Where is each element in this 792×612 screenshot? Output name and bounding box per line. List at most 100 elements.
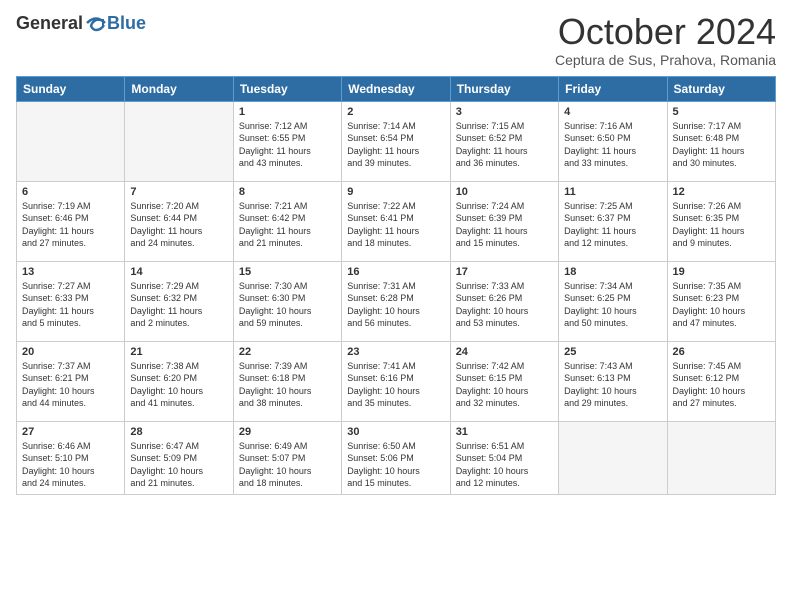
day-number: 16	[347, 266, 444, 278]
table-row: 7 Sunrise: 7:20 AM Sunset: 6:44 PM Daylig…	[125, 181, 233, 261]
day-info: Sunrise: 7:20 AM Sunset: 6:44 PM Dayligh…	[130, 200, 227, 250]
table-row: 31Sunrise: 6:51 AM Sunset: 5:04 PM Dayli…	[450, 421, 558, 494]
header: General Blue October 2024 Ceptura de Sus…	[16, 12, 776, 68]
table-row: 8 Sunrise: 7:21 AM Sunset: 6:42 PM Daylig…	[233, 181, 341, 261]
day-number: 6	[22, 186, 119, 198]
day-info: Sunrise: 7:29 AM Sunset: 6:32 PM Dayligh…	[130, 280, 227, 330]
day-number: 4	[564, 106, 661, 118]
day-number: 25	[564, 346, 661, 358]
calendar-week-4: 20 Sunrise: 7:37 AM Sunset: 6:21 PM Dayli…	[17, 341, 776, 421]
table-row	[559, 421, 667, 494]
calendar-week-1: 1 Sunrise: 7:12 AM Sunset: 6:55 PM Daylig…	[17, 101, 776, 181]
day-info: Sunrise: 7:21 AM Sunset: 6:42 PM Dayligh…	[239, 200, 336, 250]
header-friday: Friday	[559, 76, 667, 101]
table-row	[667, 421, 775, 494]
table-row: 19Sunrise: 7:35 AM Sunset: 6:23 PM Dayli…	[667, 261, 775, 341]
day-info: Sunrise: 7:31 AM Sunset: 6:28 PM Dayligh…	[347, 280, 444, 330]
day-number: 20	[22, 346, 119, 358]
header-sunday: Sunday	[17, 76, 125, 101]
day-info: Sunrise: 7:30 AM Sunset: 6:30 PM Dayligh…	[239, 280, 336, 330]
day-number: 7	[130, 186, 227, 198]
table-row: 30Sunrise: 6:50 AM Sunset: 5:06 PM Dayli…	[342, 421, 450, 494]
table-row: 17Sunrise: 7:33 AM Sunset: 6:26 PM Dayli…	[450, 261, 558, 341]
table-row: 6Sunrise: 7:19 AM Sunset: 6:46 PM Daylig…	[17, 181, 125, 261]
day-number: 9	[347, 186, 444, 198]
table-row: 10 Sunrise: 7:24 AM Sunset: 6:39 PM Dayli…	[450, 181, 558, 261]
day-number: 1	[239, 106, 336, 118]
table-row: 4 Sunrise: 7:16 AM Sunset: 6:50 PM Daylig…	[559, 101, 667, 181]
day-number: 19	[673, 266, 770, 278]
day-number: 18	[564, 266, 661, 278]
header-monday: Monday	[125, 76, 233, 101]
day-info: Sunrise: 6:47 AM Sunset: 5:09 PM Dayligh…	[130, 440, 227, 490]
day-info: Sunrise: 7:15 AM Sunset: 6:52 PM Dayligh…	[456, 120, 553, 170]
table-row: 5 Sunrise: 7:17 AM Sunset: 6:48 PM Daylig…	[667, 101, 775, 181]
table-row: 14 Sunrise: 7:29 AM Sunset: 6:32 PM Dayli…	[125, 261, 233, 341]
table-row: 26 Sunrise: 7:45 AM Sunset: 6:12 PM Dayli…	[667, 341, 775, 421]
weekday-header-row: Sunday Monday Tuesday Wednesday Thursday…	[17, 76, 776, 101]
table-row: 3 Sunrise: 7:15 AM Sunset: 6:52 PM Daylig…	[450, 101, 558, 181]
logo-text: General Blue	[16, 12, 146, 34]
day-info: Sunrise: 7:42 AM Sunset: 6:15 PM Dayligh…	[456, 360, 553, 410]
day-info: Sunrise: 6:46 AM Sunset: 5:10 PM Dayligh…	[22, 440, 119, 490]
calendar-week-5: 27 Sunrise: 6:46 AM Sunset: 5:10 PM Dayli…	[17, 421, 776, 494]
day-info: Sunrise: 7:37 AM Sunset: 6:21 PM Dayligh…	[22, 360, 119, 410]
table-row: 27 Sunrise: 6:46 AM Sunset: 5:10 PM Dayli…	[17, 421, 125, 494]
day-info: Sunrise: 7:27 AM Sunset: 6:33 PM Dayligh…	[22, 280, 119, 330]
day-info: Sunrise: 6:51 AM Sunset: 5:04 PM Dayligh…	[456, 440, 553, 490]
day-number: 29	[239, 426, 336, 438]
table-row: 1 Sunrise: 7:12 AM Sunset: 6:55 PM Daylig…	[233, 101, 341, 181]
table-row: 2Sunrise: 7:14 AM Sunset: 6:54 PM Daylig…	[342, 101, 450, 181]
table-row	[125, 101, 233, 181]
day-number: 13	[22, 266, 119, 278]
day-info: Sunrise: 7:17 AM Sunset: 6:48 PM Dayligh…	[673, 120, 770, 170]
day-number: 5	[673, 106, 770, 118]
day-info: Sunrise: 7:45 AM Sunset: 6:12 PM Dayligh…	[673, 360, 770, 410]
logo-general-text: General	[16, 13, 83, 34]
logo: General Blue	[16, 12, 146, 34]
calendar-week-3: 13 Sunrise: 7:27 AM Sunset: 6:33 PM Dayli…	[17, 261, 776, 341]
day-number: 14	[130, 266, 227, 278]
page-container: General Blue October 2024 Ceptura de Sus…	[0, 0, 792, 503]
header-saturday: Saturday	[667, 76, 775, 101]
day-info: Sunrise: 7:41 AM Sunset: 6:16 PM Dayligh…	[347, 360, 444, 410]
header-wednesday: Wednesday	[342, 76, 450, 101]
table-row: 18Sunrise: 7:34 AM Sunset: 6:25 PM Dayli…	[559, 261, 667, 341]
day-info: Sunrise: 7:25 AM Sunset: 6:37 PM Dayligh…	[564, 200, 661, 250]
table-row: 16 Sunrise: 7:31 AM Sunset: 6:28 PM Dayli…	[342, 261, 450, 341]
day-number: 21	[130, 346, 227, 358]
table-row	[17, 101, 125, 181]
header-thursday: Thursday	[450, 76, 558, 101]
header-tuesday: Tuesday	[233, 76, 341, 101]
calendar-table: Sunday Monday Tuesday Wednesday Thursday…	[16, 76, 776, 495]
day-number: 26	[673, 346, 770, 358]
day-number: 17	[456, 266, 553, 278]
day-number: 11	[564, 186, 661, 198]
title-section: October 2024 Ceptura de Sus, Prahova, Ro…	[555, 12, 776, 68]
day-number: 2	[347, 106, 444, 118]
table-row: 29 Sunrise: 6:49 AM Sunset: 5:07 PM Dayli…	[233, 421, 341, 494]
day-info: Sunrise: 7:38 AM Sunset: 6:20 PM Dayligh…	[130, 360, 227, 410]
day-number: 28	[130, 426, 227, 438]
day-info: Sunrise: 6:50 AM Sunset: 5:06 PM Dayligh…	[347, 440, 444, 490]
day-info: Sunrise: 7:26 AM Sunset: 6:35 PM Dayligh…	[673, 200, 770, 250]
day-info: Sunrise: 7:12 AM Sunset: 6:55 PM Dayligh…	[239, 120, 336, 170]
calendar-week-2: 6Sunrise: 7:19 AM Sunset: 6:46 PM Daylig…	[17, 181, 776, 261]
day-number: 8	[239, 186, 336, 198]
day-number: 3	[456, 106, 553, 118]
logo-icon	[85, 12, 107, 34]
day-number: 15	[239, 266, 336, 278]
day-number: 24	[456, 346, 553, 358]
table-row: 15 Sunrise: 7:30 AM Sunset: 6:30 PM Dayli…	[233, 261, 341, 341]
day-info: Sunrise: 6:49 AM Sunset: 5:07 PM Dayligh…	[239, 440, 336, 490]
day-info: Sunrise: 7:16 AM Sunset: 6:50 PM Dayligh…	[564, 120, 661, 170]
table-row: 11 Sunrise: 7:25 AM Sunset: 6:37 PM Dayli…	[559, 181, 667, 261]
day-number: 10	[456, 186, 553, 198]
day-number: 27	[22, 426, 119, 438]
table-row: 21 Sunrise: 7:38 AM Sunset: 6:20 PM Dayli…	[125, 341, 233, 421]
day-info: Sunrise: 7:24 AM Sunset: 6:39 PM Dayligh…	[456, 200, 553, 250]
table-row: 13 Sunrise: 7:27 AM Sunset: 6:33 PM Dayli…	[17, 261, 125, 341]
table-row: 9Sunrise: 7:22 AM Sunset: 6:41 PM Daylig…	[342, 181, 450, 261]
table-row: 20 Sunrise: 7:37 AM Sunset: 6:21 PM Dayli…	[17, 341, 125, 421]
day-number: 23	[347, 346, 444, 358]
